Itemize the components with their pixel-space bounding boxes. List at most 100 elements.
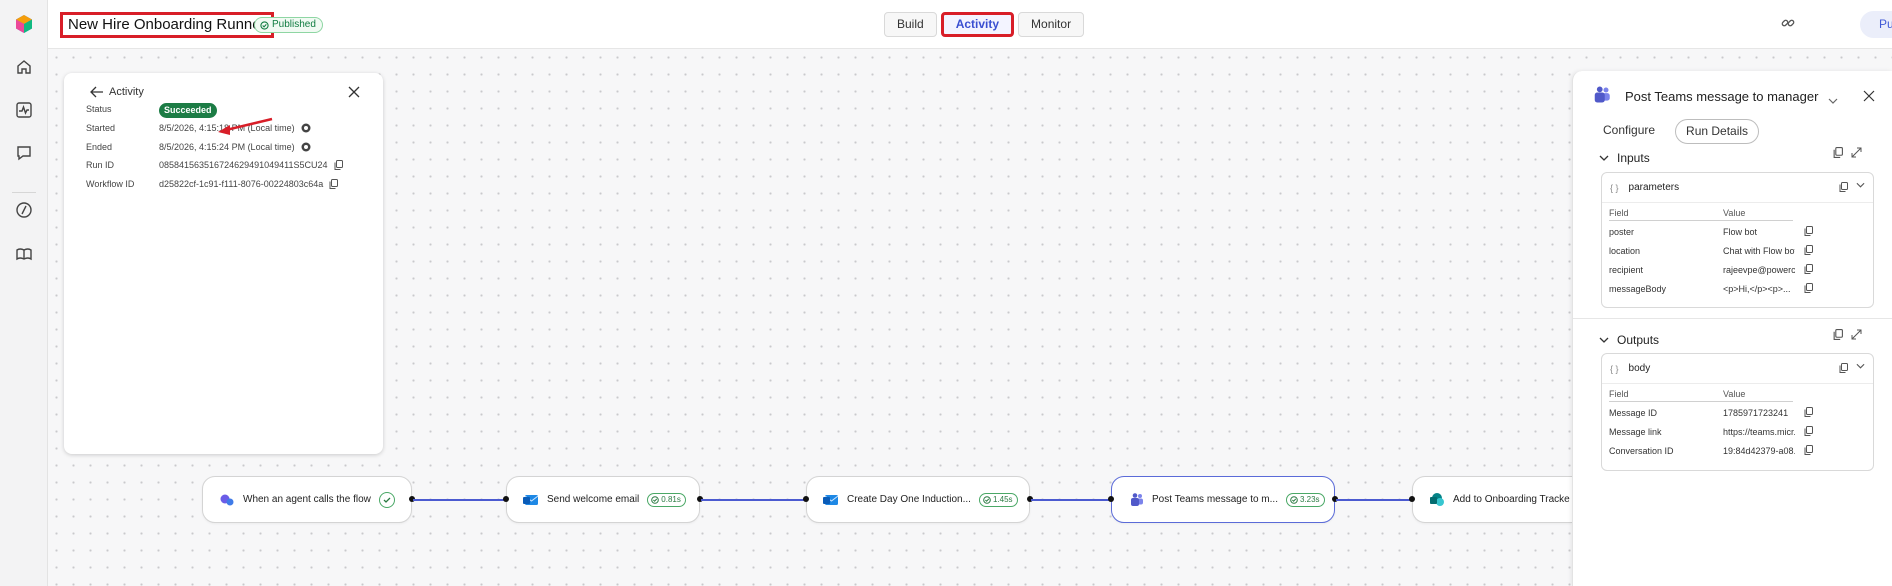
flow-node-add-tracker[interactable]: Add to Onboarding Tracke xyxy=(1412,476,1572,523)
publish-button[interactable]: Publish xyxy=(1860,11,1892,38)
library-icon[interactable] xyxy=(12,242,36,266)
activity-back-label: Activity xyxy=(109,86,144,98)
flow-node-label: Post Teams message to m... xyxy=(1152,494,1278,505)
copy-icon[interactable] xyxy=(1804,245,1813,255)
tab-configure[interactable]: Configure xyxy=(1593,119,1665,144)
tab-run-details[interactable]: Run Details xyxy=(1675,119,1760,144)
value-column-header: Value xyxy=(1723,208,1746,218)
value-column-header: Value xyxy=(1723,389,1746,399)
connector-line xyxy=(701,498,805,501)
inputs-section-toggle[interactable]: Inputs xyxy=(1599,151,1650,165)
copy-icon[interactable] xyxy=(1804,283,1813,293)
connector-dot xyxy=(503,496,509,502)
value-cell: rajeevpe@powerc... xyxy=(1723,265,1795,275)
tab-monitor[interactable]: Monitor xyxy=(1018,12,1085,37)
outputs-heading: Outputs xyxy=(1617,333,1660,347)
field-cell: recipient xyxy=(1609,265,1644,275)
top-bar: New Hire Onboarding Runner Published Bui… xyxy=(48,0,1892,49)
sharepoint-icon xyxy=(1429,492,1445,508)
close-icon[interactable] xyxy=(1863,89,1875,107)
duration-badge: 0.81s xyxy=(647,492,686,507)
details-tabs: Configure Run Details xyxy=(1593,119,1760,144)
chevron-down-icon[interactable] xyxy=(1828,91,1838,109)
left-rail xyxy=(0,0,48,586)
outputs-box: { } body Field Value Message ID 17859717… xyxy=(1601,353,1874,471)
teams-icon xyxy=(1591,86,1611,109)
expand-icon[interactable] xyxy=(1851,329,1862,340)
body-label: body xyxy=(1628,363,1651,374)
agent-icon xyxy=(219,492,235,508)
close-icon[interactable] xyxy=(347,85,363,101)
flow-node-post-teams[interactable]: Post Teams message to m... 3.23s xyxy=(1111,476,1335,523)
chevron-down-icon xyxy=(1599,337,1609,343)
tab-build[interactable]: Build xyxy=(884,12,937,37)
outputs-section-toggle[interactable]: Outputs xyxy=(1599,333,1659,347)
status-key: Status xyxy=(86,104,112,114)
back-arrow-icon xyxy=(90,86,103,98)
parameters-label: parameters xyxy=(1628,182,1680,193)
flow-node-trigger[interactable]: When an agent calls the flow xyxy=(202,476,412,523)
rail-divider xyxy=(12,192,36,193)
copy-icon[interactable] xyxy=(1804,426,1813,436)
copy-icon[interactable] xyxy=(334,160,343,170)
copy-icon[interactable] xyxy=(1804,264,1813,274)
parameters-header[interactable]: { } parameters xyxy=(1602,173,1873,203)
copy-icon[interactable] xyxy=(1804,226,1813,236)
copy-icon[interactable] xyxy=(329,179,339,189)
details-title[interactable]: Post Teams message to manager xyxy=(1625,89,1818,104)
run-id-value: 085841563516724629491049411S5CU24 xyxy=(159,160,328,170)
table-row: messageBody <p>Hi,</p><p>... xyxy=(1602,279,1873,298)
expand-icon[interactable] xyxy=(1851,147,1862,158)
table-row: Message link https://teams.micr... xyxy=(1602,422,1873,441)
tab-activity[interactable]: Activity xyxy=(940,12,1015,37)
copy-icon[interactable] xyxy=(1833,329,1843,340)
details-panel: Post Teams message to manager Configure … xyxy=(1572,71,1892,586)
chevron-down-icon xyxy=(1599,155,1609,161)
inputs-heading: Inputs xyxy=(1617,151,1650,165)
field-column-header: Field xyxy=(1609,208,1629,218)
body-header[interactable]: { } body xyxy=(1602,354,1873,384)
timezone-icon[interactable] xyxy=(301,142,311,152)
connector-line xyxy=(1336,498,1411,501)
flow-title[interactable]: New Hire Onboarding Runner xyxy=(60,12,274,38)
duration-badge: 3.23s xyxy=(1285,492,1325,507)
table-row: recipient rajeevpe@powerc... xyxy=(1602,260,1873,279)
check-circle-icon xyxy=(983,495,991,504)
app-logo-icon[interactable] xyxy=(12,12,36,36)
table-header: Field Value xyxy=(1602,203,1873,222)
value-cell: 1785971723241 xyxy=(1723,408,1789,418)
share-link-icon[interactable] xyxy=(1780,15,1800,35)
braces-icon: { } xyxy=(1610,363,1619,374)
activity-back[interactable]: Activity xyxy=(90,86,144,98)
ended-key: Ended xyxy=(86,142,113,152)
inputs-box: { } parameters Field Value poster Flow b… xyxy=(1601,172,1874,308)
connector-dot xyxy=(1108,496,1114,502)
field-cell: Message link xyxy=(1609,427,1662,437)
ended-value: 8/5/2026, 4:15:24 PM (Local time) xyxy=(159,142,295,152)
value-cell: https://teams.micr... xyxy=(1723,427,1795,437)
copy-icon[interactable] xyxy=(1839,363,1848,373)
chevron-down-icon[interactable] xyxy=(1856,363,1865,369)
connector-dot xyxy=(1409,496,1415,502)
field-cell: Message ID xyxy=(1609,408,1658,418)
field-column-header: Field xyxy=(1609,389,1629,399)
copy-icon[interactable] xyxy=(1804,445,1813,455)
chat-icon[interactable] xyxy=(12,141,36,165)
flow-node-label: Send welcome email xyxy=(547,494,640,505)
copy-icon[interactable] xyxy=(1833,147,1843,158)
home-icon[interactable] xyxy=(12,55,36,79)
flow-node-send-email[interactable]: Send welcome email 0.81s xyxy=(506,476,700,523)
section-divider xyxy=(1573,318,1892,319)
outlook-icon xyxy=(523,492,539,508)
chevron-down-icon[interactable] xyxy=(1856,182,1865,188)
success-check-icon xyxy=(378,491,395,508)
flow-node-create-induction[interactable]: Create Day One Induction... 1.45s xyxy=(806,476,1030,523)
activity-icon[interactable] xyxy=(12,98,36,122)
connector-dot xyxy=(803,496,809,502)
copy-icon[interactable] xyxy=(1804,407,1813,417)
code-icon[interactable] xyxy=(12,198,36,222)
started-key: Started xyxy=(86,123,116,133)
copy-icon[interactable] xyxy=(1839,182,1848,192)
table-row: poster Flow bot xyxy=(1602,222,1873,241)
timezone-icon[interactable] xyxy=(301,123,311,133)
